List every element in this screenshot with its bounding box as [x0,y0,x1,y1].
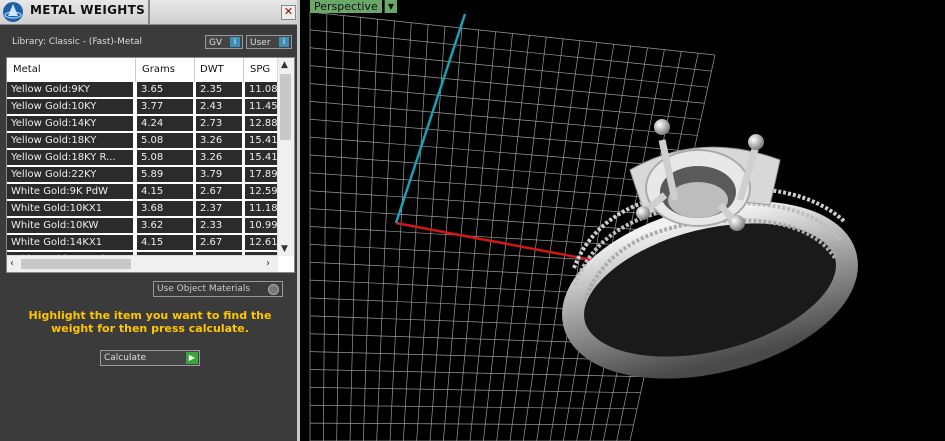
table-cell: 2.37 [196,201,242,216]
table-row[interactable]: Yellow Gold:14KY 4.24 2.73 12.88 [7,116,278,133]
scroll-left-icon[interactable]: ‹ [10,258,14,269]
table-cell: 2.67 [196,184,242,199]
table-row[interactable]: White Gold:10KW 3.62 2.33 10.99 [7,218,278,235]
scrollbar-thumb[interactable] [21,259,131,269]
calculate-button[interactable]: Calculate ▶ [100,350,200,366]
table-cell: 2.35 [196,82,242,97]
table-cell: 2.67 [196,235,242,250]
grid-line [522,40,581,441]
metal-weights-panel: METAL WEIGHTS ✕ Library: Classic - (Fast… [0,0,300,441]
table-body: Yellow Gold:9KY 3.65 2.35 11.08 Yellow Gold:… [7,82,278,269]
table-cell: 3.65 [137,82,193,97]
column-divider [194,58,195,82]
grid-line [536,42,598,441]
table-row[interactable]: White Gold:14KX1 4.15 2.67 12.61 [7,235,278,252]
panel-titlebar: METAL WEIGHTS ✕ [0,0,298,25]
info-icon: ⅰ [279,37,289,47]
table-cell: 3.62 [137,218,193,233]
use-object-materials-checkbox[interactable]: Use Object Materials [153,281,283,297]
table-row[interactable]: Yellow Gold:22KY 5.89 3.79 17.89 [7,167,278,184]
grid-line [509,38,564,441]
titlebar-divider [148,0,150,24]
table-cell: 4.15 [137,184,193,199]
table-cell: White Gold:14KX1 [7,235,133,250]
table-cell: Yellow Gold:22KY [7,167,133,182]
table-cell: 3.79 [196,167,242,182]
table-cell: 5.89 [137,167,193,182]
table-cell: 11.18 [245,201,278,216]
table-cell: 3.26 [196,133,242,148]
radio-icon [268,284,279,295]
gv-toggle-button[interactable]: GV ⅰ [205,35,243,49]
horizontal-scrollbar[interactable]: ‹ › [7,255,278,272]
view-label[interactable]: Perspective [310,0,382,13]
table-cell: Yellow Gold:18KY [7,133,133,148]
table-row[interactable]: Yellow Gold:10KY 3.77 2.43 11.45 [7,99,278,116]
metal-table[interactable]: Metal Grams DWT SPG Yellow Gold:9KY 3.65 2… [6,57,295,273]
table-row[interactable]: Yellow Gold:9KY 3.65 2.35 11.08 [7,82,278,99]
table-cell: 17.89 [245,167,278,182]
table-cell: 15.41 [245,150,278,165]
ring-model[interactable] [557,119,864,394]
panel-title: METAL WEIGHTS [30,3,146,17]
table-cell: 2.73 [196,116,242,131]
table-cell: White Gold:9K PdW [7,184,133,199]
3d-viewport[interactable]: Perspective ▼ [300,0,945,441]
table-cell: 11.45 [245,99,278,114]
play-arrow-icon: ▶ [186,352,198,364]
table-cell: 3.68 [137,201,193,216]
table-cell: Yellow Gold:9KY [7,82,133,97]
instruction-text: Highlight the item you want to find the … [28,309,272,335]
table-cell: 2.33 [196,218,242,233]
table-cell: 3.77 [137,99,193,114]
table-cell: Yellow Gold:14KY [7,116,133,131]
column-header-spg[interactable]: SPG [250,64,270,75]
grid-line [496,37,547,441]
column-header-dwt[interactable]: DWT [200,64,224,75]
table-row[interactable]: White Gold:9K PdW 4.15 2.67 12.59 [7,184,278,201]
app-logo-icon [3,2,23,22]
column-header-grams[interactable]: Grams [142,64,175,75]
column-divider [243,58,244,82]
scroll-right-icon[interactable]: › [266,258,270,269]
table-row[interactable]: Yellow Gold:18KY 5.08 3.26 15.41 [7,133,278,150]
table-row[interactable]: Yellow Gold:18KY R... 5.08 3.26 15.41 [7,150,278,167]
table-cell: 15.41 [245,133,278,148]
table-cell: 5.08 [137,150,193,165]
calculate-label: Calculate [104,353,147,363]
use-object-materials-label: Use Object Materials [157,284,251,294]
table-cell: 2.43 [196,99,242,114]
library-label: Library: Classic - (Fast)-Metal [12,37,143,47]
table-cell: Yellow Gold:10KY [7,99,133,114]
table-cell: Yellow Gold:18KY R... [7,150,133,165]
table-cell: 3.26 [196,150,242,165]
gv-label: GV [209,38,223,48]
table-cell: 12.59 [245,184,278,199]
table-cell: 5.08 [137,133,193,148]
table-cell: White Gold:10KW [7,218,133,233]
table-cell: 4.15 [137,235,193,250]
table-cell: 12.88 [245,116,278,131]
info-icon: ⅰ [230,37,240,47]
table-cell: 10.99 [245,218,278,233]
table-cell: 12.61 [245,235,278,250]
column-header-metal[interactable]: Metal [13,64,41,75]
scroll-down-icon[interactable]: ▼ [281,244,288,254]
table-cell: 11.08 [245,82,278,97]
vertical-scrollbar[interactable]: ▲ ▼ [277,58,294,256]
user-toggle-button[interactable]: User ⅰ [246,35,292,49]
scroll-up-icon[interactable]: ▲ [281,60,288,70]
user-label: User [250,38,271,48]
table-cell: White Gold:10KX1 [7,201,133,216]
table-header: Metal Grams DWT SPG [7,58,278,82]
chevron-down-icon[interactable]: ▼ [384,0,397,13]
table-row[interactable]: White Gold:10KX1 3.68 2.37 11.18 [7,201,278,218]
scrollbar-thumb[interactable] [280,74,291,140]
close-icon[interactable]: ✕ [281,5,296,20]
viewport-canvas[interactable] [300,0,945,441]
grid-line [482,35,530,441]
column-divider [135,58,136,82]
table-cell: 4.24 [137,116,193,131]
